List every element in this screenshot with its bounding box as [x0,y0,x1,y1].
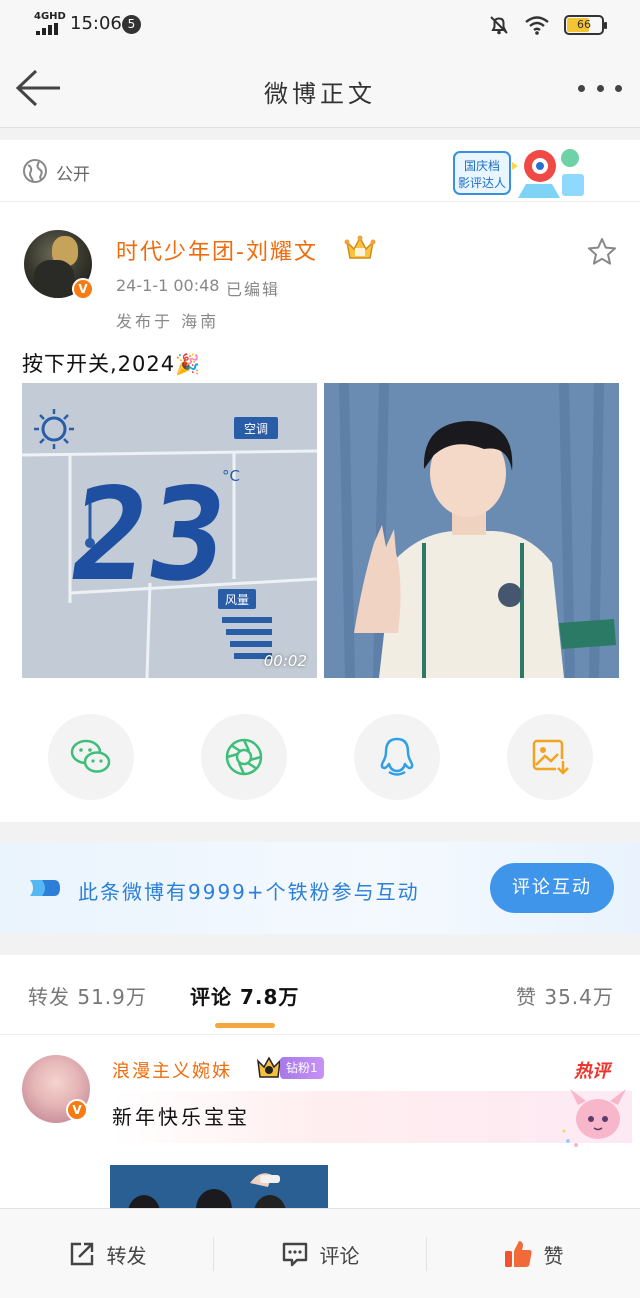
moments-icon [225,738,263,776]
comment-item: V 浪漫主义婉妹 钻粉1 热评 新年快乐宝宝 [0,1035,640,1210]
active-tab-indicator [215,1023,275,1028]
repost-button[interactable]: 转发 [0,1209,213,1298]
notification-count: 5 [122,15,141,34]
battery-icon: 66 [564,15,607,35]
share-wechat-button[interactable] [48,714,134,800]
ac-panel-image: 空调 23 °C 风量 [22,383,317,678]
comment-text: 新年快乐宝宝 [112,1105,250,1129]
edited-label[interactable]: 已编辑 [226,276,280,300]
tab-comments[interactable]: 评论 7.8万 [190,981,299,1010]
post-time: 24-1-1 00:48 [116,276,220,295]
festival-badge-icon[interactable]: 国庆档 影评达人 [452,144,592,202]
save-image-button[interactable] [507,714,593,800]
video-thumbnail[interactable]: 空调 23 °C 风量 00:02 [22,383,317,678]
comment-label: 评论 [319,1243,360,1268]
signal-icon [36,23,60,35]
like-button[interactable]: 赞 [426,1209,639,1298]
repost-label: 转发 [106,1243,147,1268]
comment-button[interactable]: 评论 [213,1209,426,1298]
svg-text:国庆档: 国庆档 [464,159,500,173]
svg-text:影评达人: 影评达人 [458,176,506,190]
share-moments-button[interactable] [201,714,287,800]
visibility-row: 公开 国庆档 影评达人 [0,140,640,202]
wifi-icon [525,16,549,35]
svg-text:空调: 空调 [244,422,268,436]
banner-text: 此条微博有9999+个铁粉参与互动 [78,880,420,904]
thumbs-up-icon [504,1241,532,1267]
mute-bell-icon [490,16,508,35]
svg-text:23: 23 [61,462,236,610]
post-photo[interactable] [324,383,619,678]
wechat-icon [70,739,111,773]
fan-level-badge[interactable]: 钻粉1 [280,1057,324,1079]
like-label: 赞 [543,1243,564,1268]
crown-icon [344,235,376,259]
comment-icon [282,1242,307,1267]
share-qq-button[interactable] [354,714,440,800]
post-body: 按下开关,2024 [22,352,176,376]
save-image-icon [532,739,570,777]
interaction-banner: 此条微博有9999+个铁粉参与互动 评论互动 [0,842,640,934]
nav-bar: 微博正文 [0,50,640,128]
stat-tabs: 转发 51.9万 评论 7.8万 赞 35.4万 [0,955,640,1035]
globe-icon [23,159,47,183]
comment-image[interactable] [110,1165,328,1210]
bottom-action-bar: 转发 评论 赞 [0,1208,640,1298]
status-bar: 4GHD 15:06 5 66 [0,0,640,50]
network-type: 4GHD [34,11,66,22]
svg-text:风量: 风量 [225,593,249,607]
author-name[interactable]: 时代少年团-刘耀文 [116,234,318,266]
more-menu-icon[interactable] [578,80,622,96]
post-location: 发布于 海南 [116,312,220,331]
favorite-star-icon[interactable] [586,236,618,268]
hot-comment-label: 热评 [574,1061,610,1082]
page-title: 微博正文 [264,80,376,108]
anime-sticker-icon [562,1089,626,1147]
svg-text:°C: °C [222,467,240,485]
verified-badge: V [72,278,94,300]
repost-icon [70,1242,93,1266]
commenter-verified-badge: V [66,1099,88,1121]
tab-likes[interactable]: 赞 35.4万 [516,981,614,1010]
qq-icon [380,737,414,776]
post-text: 按下开关,2024🎉 [22,348,201,378]
comment-interact-button[interactable]: 评论互动 [490,863,614,913]
visibility-label: 公开 [56,165,90,185]
tab-repost[interactable]: 转发 51.9万 [28,981,147,1010]
comment-photo-image [110,1165,328,1210]
party-popper-emoji: 🎉 [175,352,202,376]
fan-medal-icon [256,1056,282,1078]
video-duration: 00:02 [263,652,307,670]
post-card: V 时代少年团-刘耀文 24-1-1 00:48 已编辑 发布于 海南 按下开关… [0,202,640,822]
clock: 15:06 [70,13,122,34]
person-photo-image [324,383,619,678]
commenter-name[interactable]: 浪漫主义婉妹 [112,1057,232,1083]
play-badge-icon [30,880,60,896]
